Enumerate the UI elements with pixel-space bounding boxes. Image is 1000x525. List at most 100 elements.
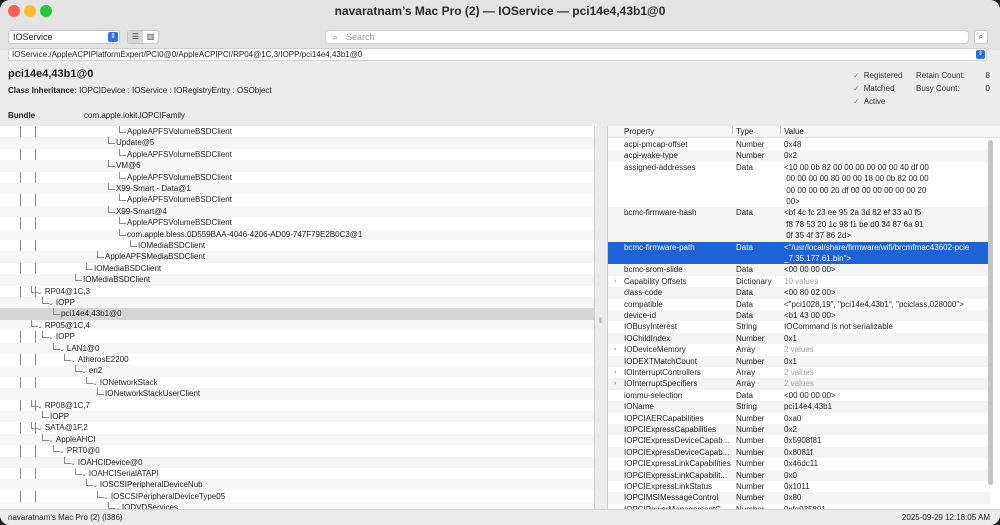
property-row[interactable]: IOPCIExpressLinkStatus Number 0x1011 xyxy=(608,481,990,492)
disclosure-chevron-icon[interactable]: ⌄ xyxy=(81,471,87,478)
disclosure-chevron-icon[interactable]: ⌄ xyxy=(37,323,43,330)
split-divider[interactable]: ‖ xyxy=(594,126,608,509)
disclosure-chevron-icon[interactable]: ⌄ xyxy=(48,437,54,444)
disclosure-chevron-icon[interactable]: › xyxy=(614,276,616,287)
tree-row[interactable]: ⌄ IOSCSIPeripheralDeviceType05 xyxy=(0,490,594,502)
search-options-icon[interactable]: ⌕ xyxy=(974,30,988,44)
tree-row[interactable]: ⌄ AtherosE2200 xyxy=(0,354,594,365)
disclosure-chevron-icon[interactable]: ⌄ xyxy=(92,380,98,387)
property-key: IOBusyInterest xyxy=(624,322,677,332)
property-row[interactable]: IOPCIAERCapabilities Number 0xa0 xyxy=(608,413,990,424)
path-field[interactable]: IOService:/AppleACPIPlatformExpert/PCI0@… xyxy=(8,48,987,61)
disclosure-chevron-icon[interactable]: ⌄ xyxy=(103,494,109,501)
property-row[interactable]: iommu-selection Data <00 00 00 00> xyxy=(608,390,990,401)
tree-row[interactable]: ⌄ IODVDServices xyxy=(0,502,594,509)
search-field[interactable]: ⌕ Search xyxy=(325,30,969,44)
property-row[interactable]: IOPCIExpressCapabilities Number 0x2 xyxy=(608,424,990,436)
disclosure-chevron-icon[interactable]: ⌄ xyxy=(48,334,54,341)
tree-row[interactable]: ⌄ IOPP xyxy=(0,297,594,309)
tree-connector xyxy=(108,211,115,213)
tree-row[interactable]: X99-Smart - Data@1 xyxy=(0,183,594,195)
tree-row[interactable]: ⌄ IOAHCIDevice@0 xyxy=(0,456,594,468)
tree-row[interactable]: IOPP xyxy=(0,411,594,423)
tree-row[interactable]: IOMediaBSDClient xyxy=(0,274,594,286)
property-value: <00 00 00 00> xyxy=(784,390,836,400)
property-row[interactable]: IOPCIMSIMessageControl Number 0x80 xyxy=(608,492,990,504)
disclosure-chevron-icon[interactable]: ⌄ xyxy=(59,448,65,455)
disclosure-chevron-icon[interactable]: ⌄ xyxy=(81,368,87,375)
property-row[interactable]: › IODeviceMemory Array 2 values xyxy=(608,344,990,355)
property-row[interactable]: › IOInterruptSpecifiers Array 2 values xyxy=(608,378,990,390)
property-row[interactable]: acpi-wake-type Number 0x2 xyxy=(608,150,990,162)
tree-row[interactable]: ⌄ IONetworkStack xyxy=(0,376,594,388)
property-table[interactable]: Property Type Value acpi-pmcap-offset Num… xyxy=(608,126,1000,509)
column-header-property[interactable]: Property xyxy=(624,126,654,138)
tree-row[interactable]: ⌄ IOAHCISerialATAPI xyxy=(0,468,594,479)
tree-row[interactable]: AppleAPFSVolumeBSDClient xyxy=(0,217,594,228)
tree-row[interactable]: ⌄ LAN1@0 xyxy=(0,342,594,354)
tree-row[interactable]: AppleAPFSMediaBSDClient xyxy=(0,251,594,263)
property-row[interactable]: bcmc-srom-slide Data <00 00 00 00> xyxy=(608,264,990,276)
property-row[interactable]: IOName String pci14e4,43b1 xyxy=(608,401,990,413)
tree-row[interactable]: ⌄ IOPP xyxy=(0,331,594,342)
disclosure-chevron-icon[interactable]: ⌄ xyxy=(92,482,98,489)
disclosure-chevron-icon[interactable]: › xyxy=(614,378,616,389)
property-row[interactable]: acpi-pmcap-offset Number 0x48 xyxy=(608,139,990,150)
property-type: String xyxy=(736,402,757,412)
tree-row[interactable]: AppleAPFSVolumeBSDClient xyxy=(0,148,594,160)
disclosure-chevron-icon[interactable]: ⌄ xyxy=(37,403,43,410)
tree-row[interactable]: X99-Smart@4 xyxy=(0,205,594,218)
tree-row[interactable]: IOMediaBSDClient xyxy=(0,262,594,274)
property-row[interactable]: IOPCIExpressLinkCapabilit... Number 0x0 xyxy=(608,469,990,481)
tree-row[interactable]: ⌄ SATA@1F,2 xyxy=(0,422,594,433)
disclosure-chevron-icon[interactable]: ⌄ xyxy=(37,289,43,296)
disclosure-chevron-icon[interactable]: › xyxy=(614,344,616,355)
tree-row[interactable]: ⌄ RP05@1C,4 xyxy=(0,319,594,332)
tree-row[interactable]: VM@6 xyxy=(0,160,594,172)
property-row[interactable]: device-id Data <b1 43 00 00> xyxy=(608,310,990,322)
columns-icon[interactable]: ▥ xyxy=(143,31,158,43)
plane-select[interactable]: IOService ⇕ xyxy=(8,30,120,44)
property-row[interactable]: IOBusyInterest String IOCommand is not ser… xyxy=(608,321,990,332)
property-row[interactable]: class-code Data <00 80 02 00> xyxy=(608,287,990,299)
property-row[interactable]: › IOInterruptControllers Array 2 values xyxy=(608,367,990,378)
property-scrollbar[interactable] xyxy=(988,140,993,485)
property-row[interactable]: IOPCIExpressDeviceCapab... Number 0x5908f8… xyxy=(608,435,990,446)
tree-row[interactable]: ⌄ IOSCSIPeripheralDeviceNub xyxy=(0,479,594,491)
property-row[interactable]: IOPCIExpressLinkCapabilities Number 0x46dc… xyxy=(608,458,990,469)
tree-row-label: X99-Smart@4 xyxy=(116,206,167,216)
tree-row[interactable]: ⌄ RP04@1C,3 xyxy=(0,285,594,297)
property-row[interactable]: bcmc-firmware-hash Data <bf 4c fc 23 ee 95… xyxy=(608,207,990,242)
tree-row[interactable]: IONetworkStackUserClient xyxy=(0,388,594,400)
tree-row[interactable]: ⌄ AppleAHCI xyxy=(0,433,594,446)
tree-row[interactable]: pci14e4,43b1@0 xyxy=(0,308,594,320)
tree-row[interactable]: AppleAPFSVolumeBSDClient xyxy=(0,126,594,137)
tree-row[interactable]: com.apple.bless.0D559BAA-4046-4206-AD09-… xyxy=(0,228,594,240)
registry-tree[interactable]: AppleAPFSVolumeBSDClient Update@5 AppleAPF… xyxy=(0,126,594,509)
disclosure-chevron-icon[interactable]: ⌄ xyxy=(70,357,76,364)
property-row[interactable]: assigned-addresses Data <10 00 0b 82 00 00… xyxy=(608,162,990,208)
tree-row-content: ⌄ IODVDServices xyxy=(114,502,178,509)
property-row[interactable]: bcmc-firmware-path Data <"/usr/local/share… xyxy=(608,241,990,265)
tree-row[interactable]: ⌄ RP08@1C,7 xyxy=(0,399,594,411)
property-row[interactable]: › Capability Offsets Dictionary 10 values xyxy=(608,276,990,287)
disclosure-chevron-icon[interactable]: ⌄ xyxy=(48,300,54,307)
property-row[interactable]: IODEXTMatchCount Number 0x1 xyxy=(608,355,990,367)
tree-row[interactable]: ⌄ PRT0@0 xyxy=(0,445,594,456)
tree-row[interactable]: ⌄ en2 xyxy=(0,365,594,377)
property-row[interactable]: compatible Data <"pci1028,19", "pci14e4,43… xyxy=(608,299,990,310)
disclosure-chevron-icon[interactable]: ⌄ xyxy=(59,346,65,353)
disclosure-chevron-icon[interactable]: ⌄ xyxy=(37,425,43,432)
disclosure-chevron-icon[interactable]: › xyxy=(614,367,616,378)
disclosure-chevron-icon[interactable]: ⌄ xyxy=(70,460,76,467)
tree-row[interactable]: Update@5 xyxy=(0,137,594,149)
property-type: Number xyxy=(736,333,765,343)
property-row[interactable]: IOPCIExpressDeviceCapab... Number 0x8081f xyxy=(608,446,990,459)
tree-row[interactable]: IOMediaBSDClient xyxy=(0,240,594,251)
column-header-type[interactable]: Type xyxy=(736,126,753,138)
property-row[interactable]: IOChildIndex Number 0x1 xyxy=(608,332,990,345)
tree-row[interactable]: AppleAPFSVolumeBSDClient xyxy=(0,194,594,205)
list-icon[interactable]: ☰ xyxy=(128,31,143,43)
column-header-value[interactable]: Value xyxy=(784,126,804,138)
tree-row[interactable]: AppleAPFSVolumeBSDClient xyxy=(0,171,594,183)
